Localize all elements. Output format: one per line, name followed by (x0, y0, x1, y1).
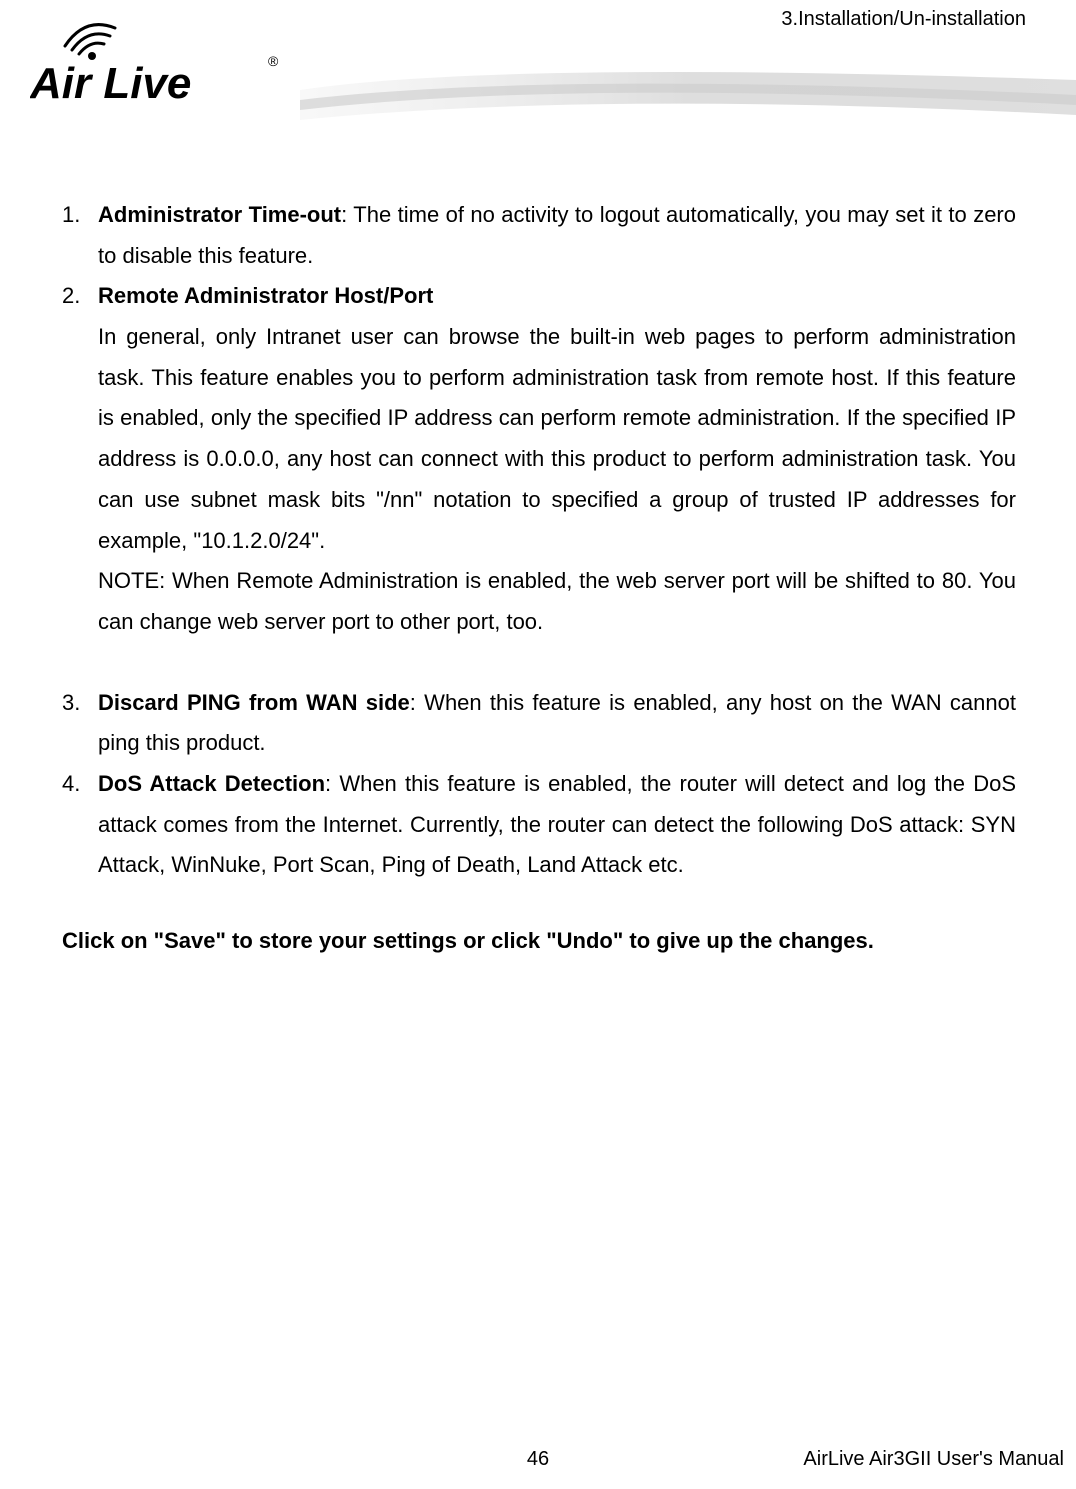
svg-text:®: ® (268, 53, 279, 69)
item-text: In general, only Intranet user can brows… (98, 317, 1016, 561)
list-item: 1. Administrator Time-out: The time of n… (62, 195, 1016, 276)
footer-manual-title: AirLive Air3GII User's Manual (803, 1448, 1064, 1471)
list-number: 1. (62, 195, 98, 276)
list-number: 4. (62, 764, 98, 886)
header-banner-swoosh (300, 50, 1076, 140)
page-number: 46 (527, 1448, 549, 1471)
list-body: Administrator Time-out: The time of no a… (98, 195, 1016, 276)
list-item: 4. DoS Attack Detection: When this featu… (62, 764, 1016, 886)
list-body: DoS Attack Detection: When this feature … (98, 764, 1016, 886)
swoosh-icon (300, 50, 1076, 140)
list-body: Discard PING from WAN side: When this fe… (98, 683, 1016, 764)
airlive-logo-icon: Air Live ® (30, 8, 280, 118)
list-item: 2. Remote Administrator Host/Port In gen… (62, 276, 1016, 642)
save-undo-note: Click on "Save" to store your settings o… (62, 924, 1016, 957)
list-item: 3. Discard PING from WAN side: When this… (62, 683, 1016, 764)
page-header: 3.Installation/Un-installation Air Live … (0, 0, 1076, 160)
list-number: 3. (62, 683, 98, 764)
item-title: Administrator Time-out (98, 202, 341, 227)
list-number: 2. (62, 276, 98, 642)
page-content: 1. Administrator Time-out: The time of n… (0, 160, 1076, 957)
svg-text:Air Live: Air Live (30, 59, 191, 108)
airlive-logo: Air Live ® (30, 8, 280, 118)
item-title: Discard PING from WAN side (98, 690, 410, 715)
breadcrumb: 3.Installation/Un-installation (781, 8, 1026, 31)
list-body: Remote Administrator Host/Port In genera… (98, 276, 1016, 642)
item-note: NOTE: When Remote Administration is enab… (98, 561, 1016, 642)
item-title: DoS Attack Detection (98, 771, 325, 796)
item-title: Remote Administrator Host/Port (98, 283, 433, 308)
